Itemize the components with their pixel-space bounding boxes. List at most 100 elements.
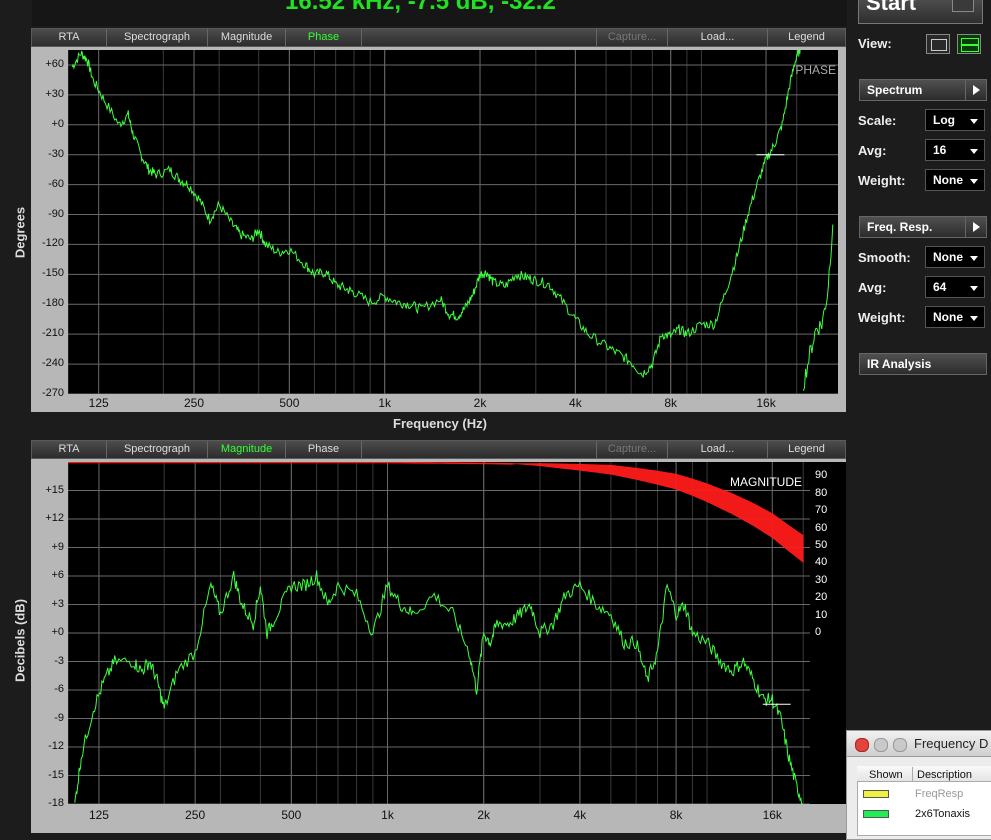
chevron-down-icon xyxy=(970,149,978,154)
magnitude-y-tick-label: -9 xyxy=(54,711,64,724)
magnitude-chart[interactable]: MAGNITUDE xyxy=(68,462,810,804)
phase-tab-load[interactable]: Load... xyxy=(668,29,768,46)
coherence-tick-label: 30 xyxy=(815,573,828,586)
coherence-tick-label: 20 xyxy=(815,591,828,604)
chevron-down-icon xyxy=(970,256,978,261)
phase-tab-spectrograph[interactable]: Spectrograph xyxy=(107,29,208,46)
phase-tab-capture: Capture... xyxy=(597,29,668,46)
magnitude-y-tick-label: +6 xyxy=(51,569,64,581)
phase-y-tick-label: -240 xyxy=(41,357,64,370)
magnitude-tab-magnitude[interactable]: Magnitude xyxy=(208,441,286,458)
phase-x-tick-label: 1k xyxy=(378,396,392,410)
phase-y-tick-label: +60 xyxy=(45,57,64,70)
magnitude-tab-phase[interactable]: Phase xyxy=(286,441,362,458)
legend-row-label: 2x6Tonaxis xyxy=(915,808,971,820)
chevron-down-icon xyxy=(970,179,978,184)
start-label: Start xyxy=(866,0,917,15)
magnitude-y-axis-title: Decibels (dB) xyxy=(12,598,28,683)
spectrum-section-button[interactable]: Spectrum xyxy=(859,79,987,101)
phase-x-tick-label: 8k xyxy=(664,396,678,410)
expand-arrow-icon xyxy=(965,80,986,100)
phase-tab-phase[interactable]: Phase xyxy=(286,29,362,46)
phase-y-tick-label: -180 xyxy=(41,297,64,310)
magnitude-x-tick-label: 250 xyxy=(185,808,206,822)
coherence-tick-label: 0 xyxy=(815,626,822,638)
magnitude-y-tick-label: -18 xyxy=(48,797,64,809)
weight-select[interactable]: None xyxy=(925,169,985,191)
view-label: View: xyxy=(858,36,892,51)
window-title-bar[interactable]: Frequency D xyxy=(847,731,991,757)
magnitude-y-tick-label: +0 xyxy=(51,626,64,638)
phase-tab-bar: RTA Spectrograph Magnitude Phase Capture... L… xyxy=(31,28,846,47)
scale-label: Scale: xyxy=(858,113,897,128)
phase-y-tick-label: +30 xyxy=(45,87,64,100)
phase-plot-label: PHASE xyxy=(795,63,836,77)
phase-y-tick-label: -90 xyxy=(48,207,64,220)
ir-analysis-button[interactable]: IR Analysis xyxy=(859,353,987,375)
magnitude-tab-capture: Capture... xyxy=(597,441,668,458)
magnitude-tab-spectrograph[interactable]: Spectrograph xyxy=(107,441,208,458)
freq-resp-section-button[interactable]: Freq. Resp. xyxy=(859,216,987,238)
legend-row-label: FreqResp xyxy=(915,788,964,800)
phase-x-tick-label: 4k xyxy=(569,396,582,410)
close-icon[interactable] xyxy=(855,738,869,752)
phase-tab-rta[interactable]: RTA xyxy=(32,29,107,46)
phase-y-axis-title: Degrees xyxy=(12,206,28,259)
window-title: Frequency D xyxy=(914,736,989,751)
magnitude-x-tick-label: 8k xyxy=(669,808,683,822)
phase-x-tick-label: 125 xyxy=(88,396,109,410)
magnitude-x-tick-label: 4k xyxy=(573,808,587,822)
zoom-icon[interactable] xyxy=(893,738,907,752)
coherence-tick-label: 60 xyxy=(815,521,828,534)
phase-y-tick-label: -30 xyxy=(48,147,64,160)
coherence-tick-label: 90 xyxy=(815,469,828,482)
chevron-down-icon xyxy=(970,286,978,291)
single-pane-icon xyxy=(931,39,947,51)
avg-label: Avg: xyxy=(858,143,887,158)
phase-y-tick-label: -120 xyxy=(41,237,64,250)
cursor-readout: 16.52 kHz, -7.5 dB, -32.2 xyxy=(285,0,556,15)
legend-swatch[interactable] xyxy=(863,810,889,818)
scale-select[interactable]: Log xyxy=(925,109,985,131)
phase-y-tick-label: -210 xyxy=(41,327,64,340)
magnitude-x-tick-label: 125 xyxy=(88,808,109,822)
fr-avg-select[interactable]: 64 xyxy=(925,276,985,298)
chevron-down-icon xyxy=(970,316,978,321)
view-split-button[interactable] xyxy=(957,34,981,54)
phase-tab-magnitude[interactable]: Magnitude xyxy=(208,29,286,46)
phase-y-tick-label: -270 xyxy=(41,387,64,399)
magnitude-x-tick-label: 16k xyxy=(762,808,782,822)
coherence-tick-label: 80 xyxy=(815,486,828,499)
phase-tab-legend[interactable]: Legend xyxy=(768,29,845,46)
magnitude-plot-label: MAGNITUDE xyxy=(730,475,802,489)
magnitude-tab-legend[interactable]: Legend xyxy=(768,441,845,458)
magnitude-y-tick-label: +15 xyxy=(45,483,64,496)
smooth-label: Smooth: xyxy=(858,250,911,265)
coherence-tick-label: 50 xyxy=(815,538,828,551)
minimize-icon[interactable] xyxy=(874,738,888,752)
col-description[interactable]: Description xyxy=(917,769,972,781)
magnitude-tab-rta[interactable]: RTA xyxy=(32,441,107,458)
ir-analysis-label: IR Analysis xyxy=(867,357,932,371)
smooth-select[interactable]: None xyxy=(925,246,985,268)
weight-label: Weight: xyxy=(858,173,906,188)
phase-chart[interactable]: PHASE xyxy=(68,50,838,394)
fr-weight-select[interactable]: None xyxy=(925,306,985,328)
coherence-tick-label: 10 xyxy=(815,608,828,621)
coherence-tick-label: 70 xyxy=(815,504,828,517)
magnitude-y-tick-label: +3 xyxy=(51,597,64,610)
expand-arrow-icon xyxy=(965,217,986,237)
phase-x-tick-label: 16k xyxy=(756,396,776,410)
magnitude-x-tick-label: 2k xyxy=(477,808,491,822)
chevron-down-icon xyxy=(970,119,978,124)
view-single-button[interactable] xyxy=(926,34,950,54)
magnitude-y-tick-label: -3 xyxy=(54,654,64,667)
legend-swatch[interactable] xyxy=(863,790,889,798)
avg-select[interactable]: 16 xyxy=(925,139,985,161)
col-shown[interactable]: Shown xyxy=(869,769,903,781)
fr-avg-label: Avg: xyxy=(858,280,887,295)
phase-y-tick-label: -150 xyxy=(41,267,64,280)
magnitude-x-tick-label: 1k xyxy=(381,808,394,822)
phase-x-tick-label: 250 xyxy=(184,396,205,410)
magnitude-tab-load[interactable]: Load... xyxy=(668,441,768,458)
